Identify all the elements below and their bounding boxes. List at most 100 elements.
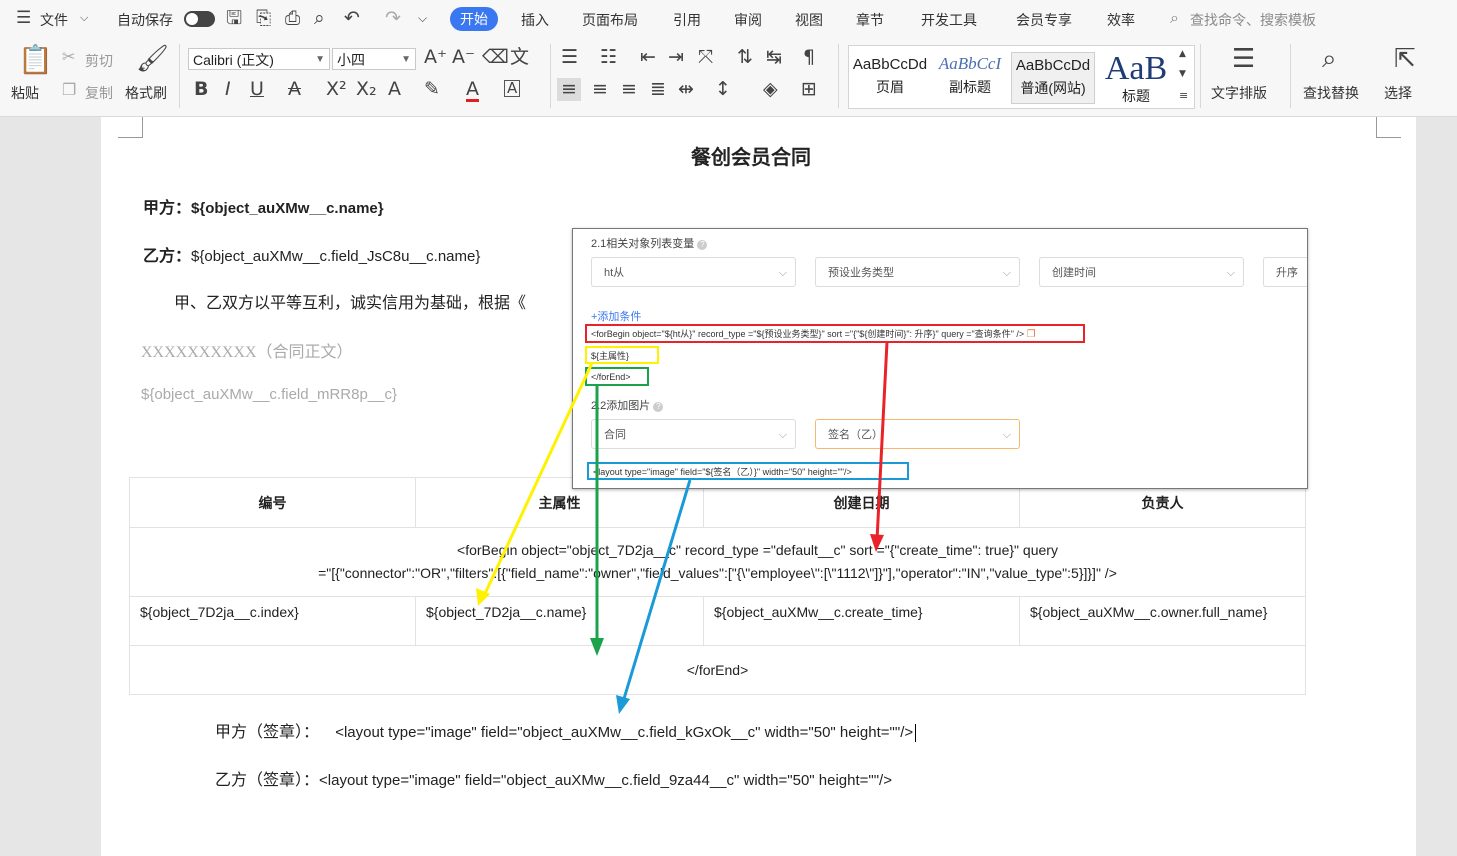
tab-review[interactable]: 审阅 (734, 10, 762, 30)
image-object-select[interactable]: 合同 ⌵ (591, 419, 796, 449)
highlight-icon[interactable]: ✎ (424, 80, 440, 99)
show-marks-icon[interactable]: ¶ (803, 48, 815, 67)
text-layout-button[interactable]: 文字排版 (1211, 83, 1267, 103)
print-preview-icon[interactable]: ⌕ (314, 9, 325, 28)
subscript-icon[interactable]: X₂ (356, 80, 377, 99)
distribute-icon[interactable]: ⇹ (678, 80, 694, 99)
more-icon[interactable]: ⌵ (418, 12, 427, 24)
layout-image-code[interactable]: <layout type="image" field="${签名（乙）}" wi… (587, 462, 909, 480)
print-icon[interactable]: ⎙ (285, 9, 300, 28)
text-layout-icon[interactable]: ☰ (1232, 46, 1255, 72)
tab-start[interactable]: 开始 (450, 7, 498, 31)
decrease-indent-icon[interactable]: ⇤ (640, 48, 656, 67)
select-button[interactable]: 选择 (1384, 83, 1412, 103)
align-center-icon[interactable]: ≡ (592, 80, 608, 99)
find-replace-icon[interactable]: ⌕ (1322, 46, 1337, 72)
table-cell[interactable]: ${object_auXMw__c.create_time} (703, 596, 1020, 646)
cut-icon[interactable]: ✂ (62, 49, 75, 65)
contract-paragraph[interactable]: 甲、乙双方以平等互利，诚实信用为基础，根据《 (174, 289, 526, 313)
shading-icon[interactable]: ◈ (763, 80, 778, 99)
autosave-toggle[interactable] (184, 11, 215, 27)
signature-b-line[interactable]: 乙方（签章）：<layout type="image" field="objec… (215, 766, 892, 790)
signature-a-line[interactable]: 甲方（签章）： <layout type="image" field="obje… (215, 718, 917, 743)
for-end-code[interactable]: </forEnd> (585, 367, 649, 386)
char-border-icon[interactable]: A (504, 80, 521, 97)
tab-insert[interactable]: 插入 (521, 10, 549, 30)
table-cell[interactable]: ${object_7D2ja__c.name} (415, 596, 704, 646)
party-a-line[interactable]: 甲方：${object_auXMw__c.name} (143, 194, 384, 218)
style-normal-web[interactable]: AaBbCcDd 普通(网站) (1011, 52, 1095, 104)
paste-button[interactable]: 粘贴 (11, 83, 39, 103)
add-condition-link[interactable]: +添加条件 (591, 308, 641, 324)
tab-view[interactable]: 视图 (795, 10, 823, 30)
image-field-select[interactable]: 签名（乙） ⌵ (815, 419, 1020, 449)
styles-scroll-up-icon[interactable]: ▲ (1179, 50, 1186, 59)
select-cursor-icon[interactable]: ⇱ (1394, 46, 1416, 72)
table-cell[interactable]: ${object_7D2ja__c.index} (129, 596, 416, 646)
increase-indent-icon[interactable]: ⇥ (668, 48, 684, 67)
document-title[interactable]: 餐创会员合同 (691, 141, 811, 170)
for-begin-cell[interactable]: <forBegin object="object_7D2ja__c" recor… (129, 527, 1306, 597)
bold-icon[interactable]: B (194, 80, 208, 99)
clear-format-icon[interactable]: ⌫ (482, 48, 509, 67)
shrink-font-icon[interactable]: A⁻ (452, 48, 475, 67)
table-header-cell[interactable]: 编号 (129, 477, 416, 528)
phonetic-icon[interactable]: 文 (510, 48, 529, 67)
style-header[interactable]: AaBbCcDd 页眉 (849, 52, 931, 102)
main-attr-code[interactable]: ${主属性} (585, 346, 659, 364)
italic-icon[interactable]: I (225, 80, 231, 99)
table-cell[interactable]: ${object_auXMw__c.owner.full_name} (1019, 596, 1306, 646)
command-search[interactable]: 查找命令、搜索模板 (1190, 10, 1316, 30)
text-effect-icon[interactable]: A (388, 80, 401, 99)
strikethrough-icon[interactable]: A (288, 80, 301, 99)
grow-font-icon[interactable]: A⁺ (424, 48, 447, 67)
contract-field[interactable]: ${object_auXMw__c.field_mRR8p__c} (141, 386, 397, 403)
sort-icon[interactable]: ⇅ (737, 48, 753, 67)
export-pdf-icon[interactable]: ⎘ (256, 9, 271, 28)
align-right-icon[interactable]: ≡ (621, 80, 637, 99)
copy-button[interactable]: 复制 (85, 83, 113, 103)
sort-order-select[interactable]: 升序 (1263, 257, 1307, 287)
font-color-icon[interactable]: A (466, 80, 479, 102)
search-icon[interactable]: ⌕ (1170, 10, 1179, 26)
style-heading[interactable]: AaB 标题 (1095, 52, 1177, 105)
superscript-icon[interactable]: X² (326, 80, 347, 99)
redo-icon[interactable]: ↷ (385, 9, 401, 28)
object-select[interactable]: ht从 ⌵ (591, 257, 796, 287)
bullet-list-icon[interactable]: ☰ (561, 48, 578, 67)
font-name-select[interactable]: Calibri (正文) ▼ (188, 48, 330, 70)
borders-icon[interactable]: ⊞ (801, 80, 817, 99)
font-size-select[interactable]: 小四 ▼ (332, 48, 416, 70)
paste-icon[interactable]: 📋 (18, 46, 53, 74)
style-subtitle[interactable]: AaBbCcI 副标题 (929, 52, 1011, 102)
tab-dev-tools[interactable]: 开发工具 (921, 10, 977, 30)
tab-chapter[interactable]: 章节 (856, 10, 884, 30)
help-icon[interactable]: ? (697, 240, 708, 250)
tab-references[interactable]: 引用 (673, 10, 701, 30)
justify-icon[interactable]: ≣ (650, 80, 666, 99)
chinese-layout-icon[interactable]: ⤧ (698, 48, 713, 67)
cut-button[interactable]: 剪切 (85, 51, 113, 71)
copy-icon[interactable]: ❐ (1027, 329, 1036, 340)
party-b-line[interactable]: 乙方：${object_auXMw__c.field_JsC8u__c.name… (143, 242, 480, 266)
text-direction-icon[interactable]: ↹ (766, 48, 782, 67)
find-replace-button[interactable]: 查找替换 (1303, 83, 1359, 103)
record-type-select[interactable]: 预设业务类型 ⌵ (815, 257, 1020, 287)
styles-scroll-down-icon[interactable]: ▼ (1179, 70, 1186, 79)
format-painter-button[interactable]: 格式刷 (125, 83, 167, 103)
tab-member[interactable]: 会员专享 (1016, 10, 1072, 30)
menu-file[interactable]: 文件 (40, 10, 68, 30)
sort-field-select[interactable]: 创建时间 ⌵ (1039, 257, 1244, 287)
for-begin-code[interactable]: <forBegin object="${ht从}" record_type ="… (585, 324, 1085, 343)
copy-icon[interactable]: ❐ (62, 82, 76, 98)
hamburger-icon[interactable]: ☰ (16, 10, 31, 27)
help-icon[interactable]: ? (653, 402, 664, 412)
save-icon[interactable]: 🖫 (226, 9, 242, 28)
chevron-down-icon[interactable]: ⌵ (80, 12, 88, 23)
for-end-cell[interactable]: </forEnd> (129, 645, 1306, 695)
styles-expand-icon[interactable]: ≡ (1179, 90, 1188, 101)
contract-body-placeholder[interactable]: XXXXXXXXXX（合同正文） (141, 338, 353, 362)
tab-efficiency[interactable]: 效率 (1107, 10, 1135, 30)
undo-icon[interactable]: ↶ (344, 9, 360, 28)
numbered-list-icon[interactable]: ☷ (600, 48, 617, 67)
